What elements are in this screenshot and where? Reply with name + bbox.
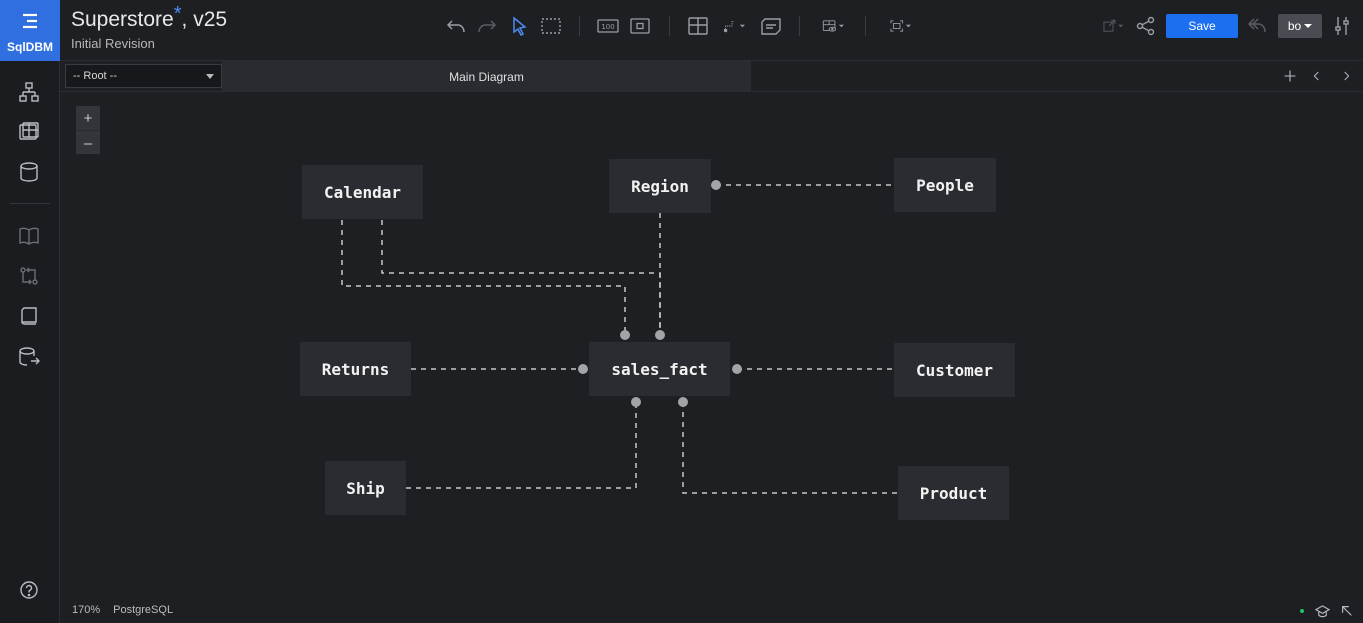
svg-text:100: 100 [601, 23, 614, 31]
status-bar: 170% PostgreSQL [72, 604, 173, 616]
zoom-level: 170% [72, 604, 101, 616]
logo-label: SqlDBM [7, 40, 53, 54]
entity-calendar[interactable]: Calendar [302, 165, 423, 219]
link-endpoint [620, 330, 630, 340]
note-icon[interactable] [759, 13, 783, 39]
view-mode-icon[interactable] [815, 13, 851, 39]
rail-divider [10, 203, 50, 204]
project-title: Superstore*, v25 [71, 3, 228, 32]
caret-down-icon [1304, 24, 1313, 28]
entity-product[interactable]: Product [898, 466, 1009, 520]
database-icon[interactable] [14, 157, 44, 187]
collapse-arrow-icon[interactable] [1339, 603, 1355, 619]
relationship-icon[interactable] [716, 13, 752, 39]
entity-sales-fact[interactable]: sales_fact [589, 342, 730, 396]
sqldbm-logo[interactable]: SqlDBM [0, 0, 60, 61]
left-rail: SqlDBM [0, 0, 60, 623]
link-endpoint [732, 364, 742, 374]
marquee-select-icon[interactable] [539, 13, 563, 39]
toolbar-divider [669, 16, 670, 36]
user-label: bo [1287, 19, 1302, 33]
database-export-icon[interactable] [14, 342, 44, 372]
share-icon[interactable] [1134, 13, 1158, 39]
entity-returns[interactable]: Returns [300, 342, 411, 396]
settings-sliders-icon[interactable] [1330, 13, 1354, 39]
fit-page-icon[interactable] [628, 13, 652, 39]
calendar-sales-link-b [381, 220, 661, 335]
root-select[interactable]: -- Root -- [65, 64, 222, 88]
product-sales-link [682, 402, 899, 494]
redo-icon[interactable] [474, 13, 500, 39]
ship-sales-link [406, 402, 637, 489]
hierarchy-icon[interactable] [14, 77, 44, 107]
add-table-icon[interactable] [685, 13, 711, 39]
diagram-canvas[interactable]: + – Calendar Region People Returns sales… [60, 92, 1363, 623]
tutorial-icon[interactable] [1314, 603, 1330, 619]
tab-main-diagram[interactable]: Main Diagram [222, 61, 751, 92]
entity-people[interactable]: People [894, 158, 996, 212]
link-endpoint [711, 180, 721, 190]
undo-icon[interactable] [443, 13, 469, 39]
user-menu-button[interactable]: bo [1278, 14, 1322, 38]
top-header: Superstore*, v25 Initial Revision 100 Sa… [60, 0, 1363, 61]
layout-icon[interactable] [882, 13, 918, 39]
document-icon[interactable] [14, 301, 44, 331]
toolbar-divider [579, 16, 580, 36]
project-name: Superstore [71, 8, 174, 31]
chevron-left-icon[interactable] [1308, 67, 1326, 85]
toolbar-divider [799, 16, 800, 36]
compare-icon[interactable] [14, 261, 44, 291]
connection-status-dot [1300, 609, 1304, 613]
link-endpoint [655, 330, 665, 340]
root-select-value: -- Root -- [73, 70, 117, 82]
link-endpoint [631, 397, 641, 407]
save-button[interactable]: Save [1166, 14, 1238, 38]
tables-icon[interactable] [14, 117, 44, 147]
entity-region[interactable]: Region [609, 159, 711, 213]
chevron-right-icon[interactable] [1337, 67, 1355, 85]
database-type: PostgreSQL [113, 604, 174, 616]
entity-customer[interactable]: Customer [894, 343, 1015, 397]
link-endpoint [678, 397, 688, 407]
hundred-percent-icon[interactable]: 100 [596, 13, 620, 39]
export-icon[interactable] [1095, 13, 1131, 39]
revision-label: Initial Revision [71, 36, 155, 51]
revert-icon[interactable] [1245, 13, 1269, 39]
book-icon[interactable] [14, 221, 44, 251]
pointer-icon[interactable] [507, 13, 531, 39]
entity-ship[interactable]: Ship [325, 461, 406, 515]
toolbar-divider [865, 16, 866, 36]
calendar-sales-link-a [341, 220, 626, 335]
link-endpoint [578, 364, 588, 374]
unsaved-marker: * [173, 3, 182, 25]
project-version: , v25 [181, 8, 228, 31]
diagram-subbar: -- Root -- Main Diagram [60, 61, 1363, 92]
chevron-down-icon [206, 74, 214, 79]
logo-icon [19, 10, 41, 32]
add-diagram-icon[interactable] [1281, 67, 1299, 85]
help-icon[interactable] [14, 575, 44, 605]
